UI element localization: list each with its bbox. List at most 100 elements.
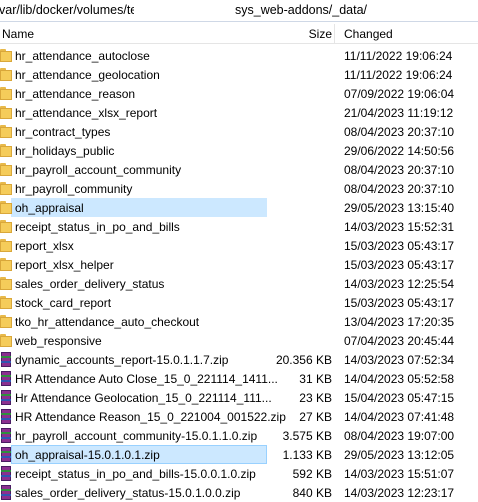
archive-icon [0,390,12,405]
row-changed: 15/04/2023 05:47:15 [344,391,455,405]
folder-row[interactable]: tko_hr_attendance_auto_checkout 13/04/202… [0,312,478,331]
file-row[interactable]: Hr Attendance Geolocation_15_0_221114_11… [0,388,478,407]
folder-icon [0,143,12,158]
row-changed: 08/04/2023 20:37:10 [344,125,455,139]
folder-icon [0,200,12,215]
folder-icon [0,219,12,234]
file-row[interactable]: HR Attendance Reason_15_0_221004_001522.… [0,407,478,426]
folder-icon [0,86,12,101]
row-name: receipt_status_in_po_and_bills-15.0.0.1.… [15,467,256,481]
folder-icon [0,333,12,348]
file-row[interactable]: HR Attendance Auto Close_15_0_221114_141… [0,369,478,388]
folder-row[interactable]: stock_card_report 15/03/2023 05:43:17 [0,293,478,312]
archive-icon [0,466,12,481]
folder-row[interactable]: hr_attendance_xlsx_report 21/04/2023 11:1… [0,103,478,122]
path-right: sys_web-addons/_data/ [235,3,368,17]
folder-row[interactable]: report_xlsx_helper 15/03/2023 05:43:17 [0,255,478,274]
column-header-name[interactable]: Name [2,27,34,41]
row-name: hr_holidays_public [15,144,115,158]
row-name: Hr Attendance Geolocation_15_0_221114_11… [15,391,272,405]
column-divider[interactable] [334,24,335,43]
row-changed: 29/06/2022 14:50:56 [344,144,455,158]
row-name: hr_payroll_account_community-15.0.1.1.0.… [15,429,258,443]
archive-icon [0,409,12,424]
row-name: dynamic_accounts_report-15.0.1.1.7.zip [15,353,229,367]
folder-row[interactable]: hr_attendance_geolocation 11/11/2022 19:0… [0,65,478,84]
folder-icon [0,48,12,63]
row-name: report_xlsx_helper [15,258,114,272]
row-changed: 14/03/2023 15:51:07 [344,467,455,481]
folder-icon [0,181,12,196]
row-changed: 08/04/2023 20:37:10 [344,182,455,196]
row-changed: 14/04/2023 05:52:58 [344,372,455,386]
redacted-path-segment [134,1,238,20]
folder-icon [0,162,12,177]
folder-icon [0,105,12,120]
folder-row[interactable]: receipt_status_in_po_and_bills 14/03/2023… [0,217,478,236]
row-name: hr_attendance_autoclose [15,49,150,63]
row-changed: 08/04/2023 19:07:00 [344,429,455,443]
row-changed: 07/04/2023 20:45:44 [344,334,455,348]
row-changed: 15/03/2023 05:43:17 [344,296,455,310]
row-changed: 15/03/2023 05:43:17 [344,239,455,253]
row-changed: 14/03/2023 15:52:31 [344,220,455,234]
row-size: 31 KB [299,372,332,386]
folder-row[interactable]: hr_payroll_community 08/04/2023 20:37:10 [0,179,478,198]
row-name: sales_order_delivery_status-15.0.1.0.0.z… [15,486,241,500]
row-changed: 11/11/2022 19:06:24 [344,49,453,63]
folder-row[interactable]: hr_attendance_autoclose 11/11/2022 19:06:… [0,46,478,65]
row-changed: 29/05/2023 13:15:40 [344,201,455,215]
row-size: 27 KB [299,410,332,424]
row-size: 840 KB [292,486,332,500]
row-size: 23 KB [299,391,332,405]
folder-icon [0,257,12,272]
row-name: report_xlsx [15,239,74,253]
folder-icon [0,314,12,329]
row-changed: 21/04/2023 11:19:12 [344,106,454,120]
archive-icon [0,371,12,386]
file-row[interactable]: hr_payroll_account_community-15.0.1.1.0.… [0,426,478,445]
row-name: HR Attendance Reason_15_0_221004_001522.… [15,410,286,424]
row-name: hr_attendance_reason [15,87,136,101]
row-name: sales_order_delivery_status [15,277,165,291]
row-changed: 08/04/2023 20:37:10 [344,163,455,177]
row-name: hr_payroll_community [15,182,133,196]
folder-row[interactable]: web_responsive 07/04/2023 20:45:44 [0,331,478,350]
row-changed: 07/09/2022 19:06:04 [344,87,455,101]
row-changed: 29/05/2023 13:12:05 [344,448,455,462]
row-changed: 14/03/2023 07:52:34 [344,353,455,367]
folder-row[interactable]: hr_payroll_account_community 08/04/2023 2… [0,160,478,179]
file-row[interactable]: oh_appraisal-15.0.1.0.1.zip 1.133 KB 29/05… [0,445,478,464]
row-size: 592 KB [292,467,332,481]
folder-row[interactable]: report_xlsx 15/03/2023 05:43:17 [0,236,478,255]
row-name: stock_card_report [15,296,112,310]
row-changed: 14/03/2023 12:23:17 [344,486,455,500]
row-changed: 14/04/2023 07:41:48 [344,410,455,424]
row-name: web_responsive [15,334,102,348]
column-header-size[interactable]: Size [309,27,332,41]
row-name: receipt_status_in_po_and_bills [15,220,180,234]
path-bar[interactable]: var/lib/docker/volumes/te sys_web-addons… [0,0,478,22]
archive-icon [0,485,12,500]
row-name: hr_attendance_xlsx_report [15,106,158,120]
folder-icon [0,124,12,139]
row-changed: 13/04/2023 17:20:35 [344,315,455,329]
row-name: hr_attendance_geolocation [15,68,160,82]
column-header-changed[interactable]: Changed [344,27,393,41]
archive-icon [0,428,12,443]
row-changed: 11/11/2022 19:06:24 [344,68,453,82]
file-row[interactable]: dynamic_accounts_report-15.0.1.1.7.zip 20… [0,350,478,369]
file-row[interactable]: receipt_status_in_po_and_bills-15.0.0.1.… [0,464,478,483]
row-name: tko_hr_attendance_auto_checkout [15,315,200,329]
folder-row[interactable]: hr_contract_types 08/04/2023 20:37:10 [0,122,478,141]
row-name: oh_appraisal [15,201,84,215]
row-name: oh_appraisal-15.0.1.0.1.zip [15,448,160,462]
folder-row[interactable]: hr_attendance_reason 07/09/2022 19:06:04 [0,84,478,103]
folder-icon [0,276,12,291]
archive-icon [0,352,12,367]
folder-row[interactable]: sales_order_delivery_status 14/03/2023 12… [0,274,478,293]
file-row[interactable]: sales_order_delivery_status-15.0.1.0.0.z… [0,483,478,502]
column-header: Name Size Changed [0,24,478,44]
folder-row[interactable]: hr_holidays_public 29/06/2022 14:50:56 [0,141,478,160]
folder-row[interactable]: oh_appraisal 29/05/2023 13:15:40 [0,198,478,217]
